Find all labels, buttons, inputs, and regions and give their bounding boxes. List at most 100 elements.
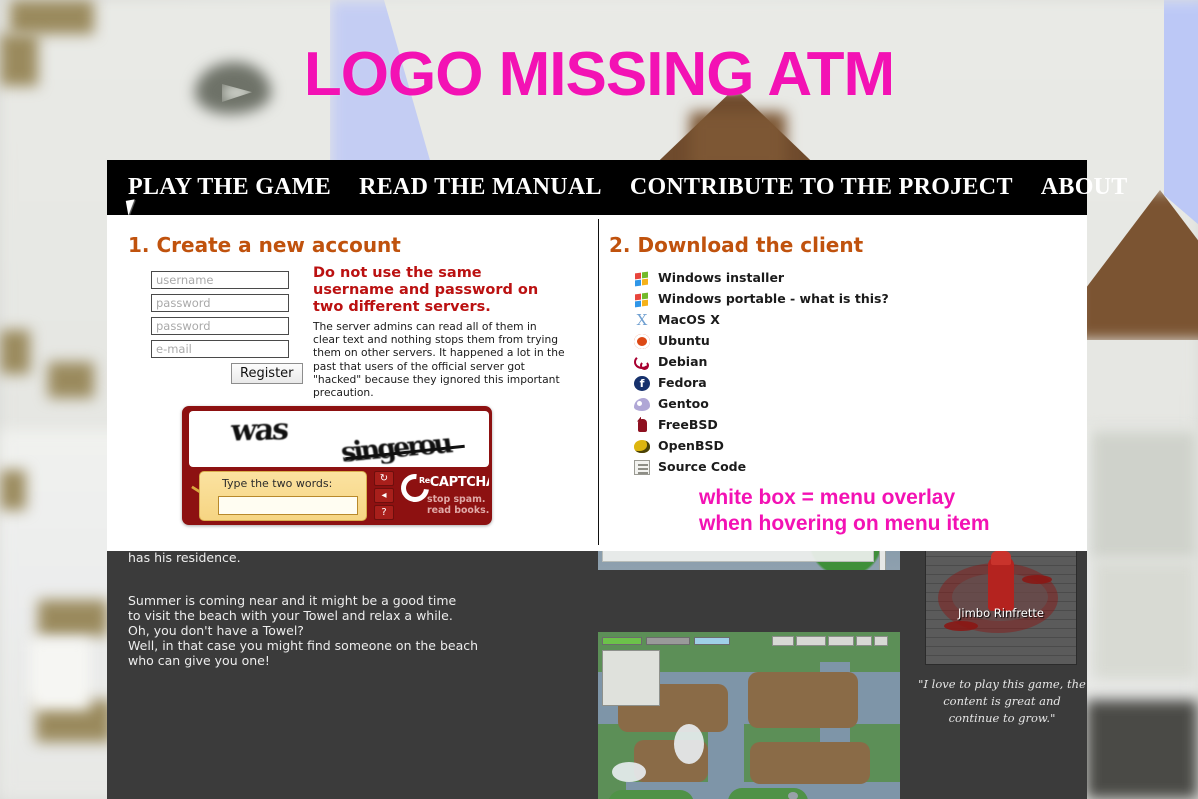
blood-splatter bbox=[1022, 575, 1052, 584]
hud-shortcut-button[interactable] bbox=[874, 636, 888, 646]
background-tile-right bbox=[1090, 430, 1198, 560]
recaptcha-captcha-text: CAPTCHA bbox=[429, 475, 492, 490]
warning-title: Do not use the same username and passwor… bbox=[313, 265, 539, 315]
nav-about[interactable]: ABOUT bbox=[1041, 174, 1128, 201]
download-label: MacOS X bbox=[658, 312, 720, 327]
hud-hp-bar bbox=[602, 637, 642, 645]
download-label: OpenBSD bbox=[658, 438, 724, 453]
recaptcha-widget: was singerou ➞ Type the two words: ↻ ◂ ?… bbox=[182, 406, 492, 525]
testimonial-screenshot: Jimbo Rinfrette bbox=[925, 550, 1077, 665]
background-brick bbox=[0, 470, 26, 510]
captcha-instruction-label: Type the two words: bbox=[222, 477, 333, 490]
username-input[interactable] bbox=[151, 271, 289, 289]
download-item-freebsd[interactable]: FreeBSD bbox=[634, 414, 889, 435]
hud-exp-bar bbox=[646, 637, 690, 645]
download-label: Gentoo bbox=[658, 396, 709, 411]
map-terrain-dirt bbox=[748, 672, 858, 728]
captcha-input-area: Type the two words: bbox=[199, 471, 367, 521]
captcha-refresh-icon[interactable]: ↻ bbox=[374, 471, 394, 486]
annotation-note: white box = menu overlay when hovering o… bbox=[699, 486, 990, 535]
signup-form: Register bbox=[151, 271, 303, 384]
debian-icon bbox=[634, 355, 650, 370]
email-input[interactable] bbox=[151, 340, 289, 358]
body-text-block: Summer is coming near and it might be a … bbox=[128, 593, 479, 668]
map-terrain-grass bbox=[608, 790, 694, 799]
hud-inventory-button[interactable] bbox=[828, 636, 854, 646]
download-item-gentoo[interactable]: Gentoo bbox=[634, 393, 889, 414]
body-story-text: has his residence. Summer is coming near… bbox=[128, 535, 548, 696]
ubuntu-icon bbox=[634, 333, 650, 349]
download-item-openbsd[interactable]: OpenBSD bbox=[634, 435, 889, 456]
hud-status-button[interactable] bbox=[772, 636, 794, 646]
map-terrain-dirt bbox=[750, 742, 870, 784]
windows-icon bbox=[634, 291, 650, 307]
openbsd-icon bbox=[634, 440, 650, 453]
download-label: Debian bbox=[658, 354, 708, 369]
page-title: LOGO MISSING ATM bbox=[303, 40, 895, 109]
mac-icon: X bbox=[636, 310, 648, 329]
boss-character bbox=[988, 551, 1014, 611]
background-wall bbox=[30, 640, 90, 710]
testimonial-quote: "I love to play this game, the content i… bbox=[918, 677, 1086, 725]
body-text-line1: has his residence. bbox=[128, 550, 241, 565]
map-rock bbox=[788, 792, 798, 799]
background-brick bbox=[0, 330, 30, 374]
download-label: Windows portable - what is this? bbox=[658, 291, 889, 306]
password-warning: Do not use the same username and passwor… bbox=[313, 265, 565, 399]
download-item-macos-x[interactable]: X MacOS X bbox=[634, 309, 889, 330]
windows-icon bbox=[634, 270, 650, 286]
recaptcha-re-text: Re bbox=[419, 476, 430, 485]
nav-play-the-game[interactable]: PLAY THE GAME bbox=[128, 174, 331, 201]
captcha-answer-input[interactable] bbox=[218, 496, 358, 515]
nav-contribute-to-the-project[interactable]: CONTRIBUTE TO THE PROJECT bbox=[630, 174, 1013, 201]
download-label: Fedora bbox=[658, 375, 707, 390]
background-dark-corner bbox=[1086, 700, 1198, 799]
background-brick bbox=[38, 600, 108, 636]
warning-body: The server admins can read all of them i… bbox=[313, 320, 565, 400]
download-label: FreeBSD bbox=[658, 417, 718, 432]
hud-minimap bbox=[602, 650, 660, 706]
gentoo-icon bbox=[634, 398, 650, 411]
download-label: Ubuntu bbox=[658, 333, 710, 348]
download-list: Windows installer Windows portable - wha… bbox=[634, 267, 889, 477]
download-item-fedora[interactable]: f Fedora bbox=[634, 372, 889, 393]
column-divider bbox=[598, 219, 599, 545]
recaptcha-logo: ReCAPTCHA™ stop spam. read books. bbox=[395, 468, 492, 522]
create-account-heading: 1. Create a new account bbox=[128, 233, 401, 257]
password-confirm-input[interactable] bbox=[151, 317, 289, 335]
background-brick bbox=[48, 362, 94, 398]
register-button[interactable]: Register bbox=[231, 363, 303, 384]
captcha-audio-icon[interactable]: ◂ bbox=[374, 488, 394, 503]
background-tile-right bbox=[1092, 560, 1198, 680]
player-testimonial: Jimbo Rinfrette "I love to play this gam… bbox=[917, 550, 1087, 799]
download-label: Windows installer bbox=[658, 270, 785, 285]
source-code-icon bbox=[634, 459, 650, 475]
download-item-source-code[interactable]: Source Code bbox=[634, 456, 889, 477]
main-navigation-bar: PLAY THE GAME READ THE MANUAL CONTRIBUTE… bbox=[107, 160, 1127, 215]
background-brick bbox=[10, 0, 94, 34]
hud-mp-bar bbox=[694, 637, 730, 645]
freebsd-icon bbox=[634, 417, 650, 433]
captcha-help-icon[interactable]: ? bbox=[374, 505, 394, 520]
download-item-ubuntu[interactable]: Ubuntu bbox=[634, 330, 889, 351]
captcha-challenge-image: was singerou bbox=[189, 411, 489, 467]
download-item-windows-portable[interactable]: Windows portable - what is this? bbox=[634, 288, 889, 309]
map-waterfall-foam bbox=[674, 724, 704, 764]
hud-equipment-button[interactable] bbox=[796, 636, 826, 646]
recaptcha-wordmark: ReCAPTCHA™ bbox=[419, 475, 492, 490]
captcha-word-one: was bbox=[229, 412, 289, 449]
nav-read-the-manual[interactable]: READ THE MANUAL bbox=[359, 174, 602, 201]
recaptcha-tagline: stop spam. read books. bbox=[427, 494, 490, 516]
fedora-icon: f bbox=[634, 375, 650, 391]
download-label: Source Code bbox=[658, 459, 747, 474]
password-input[interactable] bbox=[151, 294, 289, 312]
hud-skills-button[interactable] bbox=[856, 636, 872, 646]
map-waterfall-foam bbox=[612, 762, 646, 782]
menu-overlay-panel: 1. Create a new account Register Do not … bbox=[107, 215, 1087, 551]
blood-splatter bbox=[944, 621, 978, 631]
download-item-windows-installer[interactable]: Windows installer bbox=[634, 267, 889, 288]
download-item-debian[interactable]: Debian bbox=[634, 351, 889, 372]
game-screenshot-map bbox=[598, 632, 900, 799]
testimonial-player-name: Jimbo Rinfrette bbox=[958, 606, 1044, 620]
download-client-heading: 2. Download the client bbox=[609, 233, 864, 257]
